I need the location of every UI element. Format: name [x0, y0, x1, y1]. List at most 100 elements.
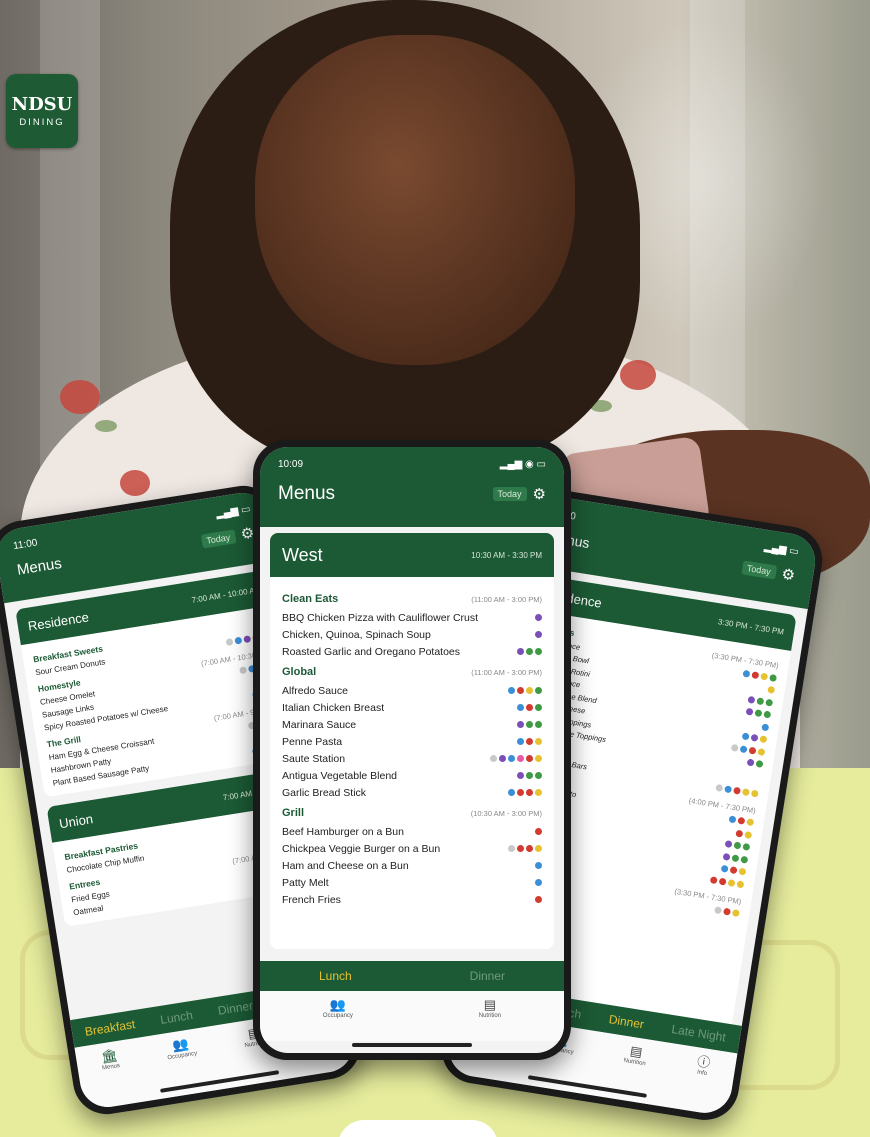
gear-icon[interactable]: ⚙	[533, 487, 546, 502]
dietary-dot-icon	[517, 704, 524, 711]
menu-item[interactable]: Antigua Vegetable Blend	[282, 767, 542, 784]
menu-item[interactable]: Saute Station	[282, 750, 542, 767]
tab-dinner[interactable]: Dinner	[217, 998, 254, 1017]
today-button[interactable]: Today	[740, 560, 777, 580]
dietary-dot-icon	[761, 723, 770, 732]
floral-print	[120, 470, 150, 496]
today-button[interactable]: Today	[492, 487, 527, 501]
dietary-icons	[508, 845, 542, 852]
dietary-icons	[490, 755, 542, 762]
dietary-dot-icon	[535, 721, 542, 728]
menu-item[interactable]: Italian Chicken Breast	[282, 699, 542, 716]
nutrition-icon: ▤	[629, 1042, 644, 1060]
dietary-icons	[517, 704, 542, 711]
dietary-dot-icon	[763, 710, 772, 719]
nav-item-label: Occupancy	[167, 1050, 198, 1061]
menu-item[interactable]: Marinara Sauce	[282, 716, 542, 733]
dietary-dot-icon	[733, 786, 742, 795]
tab-lunch[interactable]: Lunch	[159, 1008, 193, 1027]
menu-item-name: Chickpea Veggie Burger on a Bun	[282, 842, 441, 855]
dietary-dot-icon	[535, 738, 542, 745]
dietary-icons	[767, 686, 776, 695]
nav-item-occupancy[interactable]: 👥Occupancy	[323, 997, 353, 1019]
menu-item[interactable]: French Fries	[282, 891, 542, 908]
today-button[interactable]: Today	[200, 528, 237, 549]
nav-item-nutrition[interactable]: ▤Nutrition	[623, 1042, 648, 1067]
dietary-dot-icon	[517, 721, 524, 728]
dietary-dot-icon	[490, 755, 497, 762]
dietary-dot-icon	[754, 709, 763, 718]
menu-item[interactable]: Penne Pasta	[282, 733, 542, 750]
dietary-dot-icon	[526, 738, 533, 745]
tab-late-night[interactable]: Late Night	[671, 1022, 727, 1044]
dietary-dot-icon	[731, 854, 740, 863]
dietary-dot-icon	[714, 906, 723, 915]
section-hours: (11:00 AM - 3:00 PM)	[471, 668, 542, 677]
dietary-dot-icon	[730, 743, 739, 752]
dietary-dot-icon	[243, 635, 252, 644]
dietary-dot-icon	[239, 666, 248, 675]
dietary-icons	[517, 772, 542, 779]
dietary-dot-icon	[718, 877, 727, 886]
dietary-dot-icon	[731, 909, 740, 918]
dietary-dot-icon	[769, 673, 778, 682]
dietary-dot-icon	[746, 818, 755, 827]
menu-item-name: Antigua Vegetable Blend	[282, 769, 398, 782]
status-icons: ▂▄▆ ▭	[763, 541, 800, 558]
dietary-dot-icon	[526, 704, 533, 711]
menu-item[interactable]: Chickpea Veggie Burger on a Bun	[282, 840, 542, 857]
dietary-dot-icon	[517, 755, 524, 762]
dietary-dot-icon	[728, 815, 737, 824]
dietary-dot-icon	[535, 704, 542, 711]
menu-section-header: Clean Eats (11:00 AM - 3:00 PM)	[282, 593, 542, 605]
occupancy-icon: 👥	[329, 997, 346, 1012]
menu-item[interactable]: Ham and Cheese on a Bun	[282, 857, 542, 874]
nav-item-nutrition[interactable]: ▤Nutrition	[479, 997, 501, 1019]
nav-item-menus[interactable]: 🏛Menus	[99, 1047, 120, 1071]
nav-item-occupancy[interactable]: 👥Occupancy	[165, 1035, 198, 1061]
dietary-dot-icon	[729, 866, 738, 875]
ndsu-dining-logo: NDSU DINING	[6, 74, 78, 148]
gear-icon[interactable]: ⚙	[780, 565, 796, 584]
status-time: 11:00	[12, 537, 39, 553]
nav-item-info[interactable]: ⓘInfo	[695, 1053, 711, 1076]
menu-item-name: Italian Chicken Breast	[282, 701, 385, 714]
status-time: 10:09	[278, 459, 304, 470]
dietary-dot-icon	[517, 738, 524, 745]
dietary-icons	[722, 852, 749, 864]
dietary-icons	[741, 732, 768, 744]
tab-breakfast[interactable]: Breakfast	[84, 1017, 136, 1039]
tab-dinner[interactable]: Dinner	[608, 1012, 645, 1031]
menu-item[interactable]: Roasted Garlic and Oregano Potatoes	[282, 643, 542, 660]
section-name: Clean Eats	[282, 593, 339, 605]
dietary-icons	[715, 783, 759, 798]
bottom-pill-button[interactable]	[338, 1120, 498, 1137]
hall-name: Residence	[26, 608, 90, 634]
status-bar: 10:09 ▂▄▆ ◉ ▭	[278, 459, 546, 470]
menu-item[interactable]: Chicken, Quinoa, Spinach Soup	[282, 626, 542, 643]
dietary-dot-icon	[755, 760, 764, 769]
dietary-dot-icon	[759, 735, 768, 744]
menu-item[interactable]: Beef Hamburger on a Bun	[282, 823, 542, 840]
home-indicator[interactable]	[352, 1043, 472, 1047]
dietary-dot-icon	[720, 865, 729, 874]
tab-lunch[interactable]: Lunch	[319, 969, 352, 983]
dietary-dot-icon	[526, 648, 533, 655]
dietary-dot-icon	[535, 879, 542, 886]
menu-section-header: Grill (10:30 AM - 3:00 PM)	[282, 807, 542, 819]
dietary-icons	[535, 614, 542, 621]
nav-item-label: Occupancy	[322, 1012, 353, 1019]
bottom-nav: 👥 Occupancy ▤ Nutrition	[260, 991, 564, 1041]
menu-item[interactable]: BBQ Chicken Pizza with Cauliflower Crust	[282, 609, 542, 626]
dietary-icons	[535, 879, 542, 886]
hall-hours: 3:30 PM - 7:30 PM	[717, 616, 785, 637]
dietary-icons	[714, 906, 740, 918]
menu-item[interactable]: Garlic Bread Stick	[282, 784, 542, 801]
dietary-dot-icon	[748, 746, 757, 755]
dietary-dot-icon	[724, 785, 733, 794]
dietary-icons	[720, 865, 747, 876]
dining-hall-header[interactable]: West 10:30 AM - 3:30 PM	[270, 533, 554, 577]
menu-item[interactable]: Patty Melt	[282, 874, 542, 891]
menu-item[interactable]: Alfredo Sauce	[282, 682, 542, 699]
tab-dinner[interactable]: Dinner	[470, 969, 505, 983]
